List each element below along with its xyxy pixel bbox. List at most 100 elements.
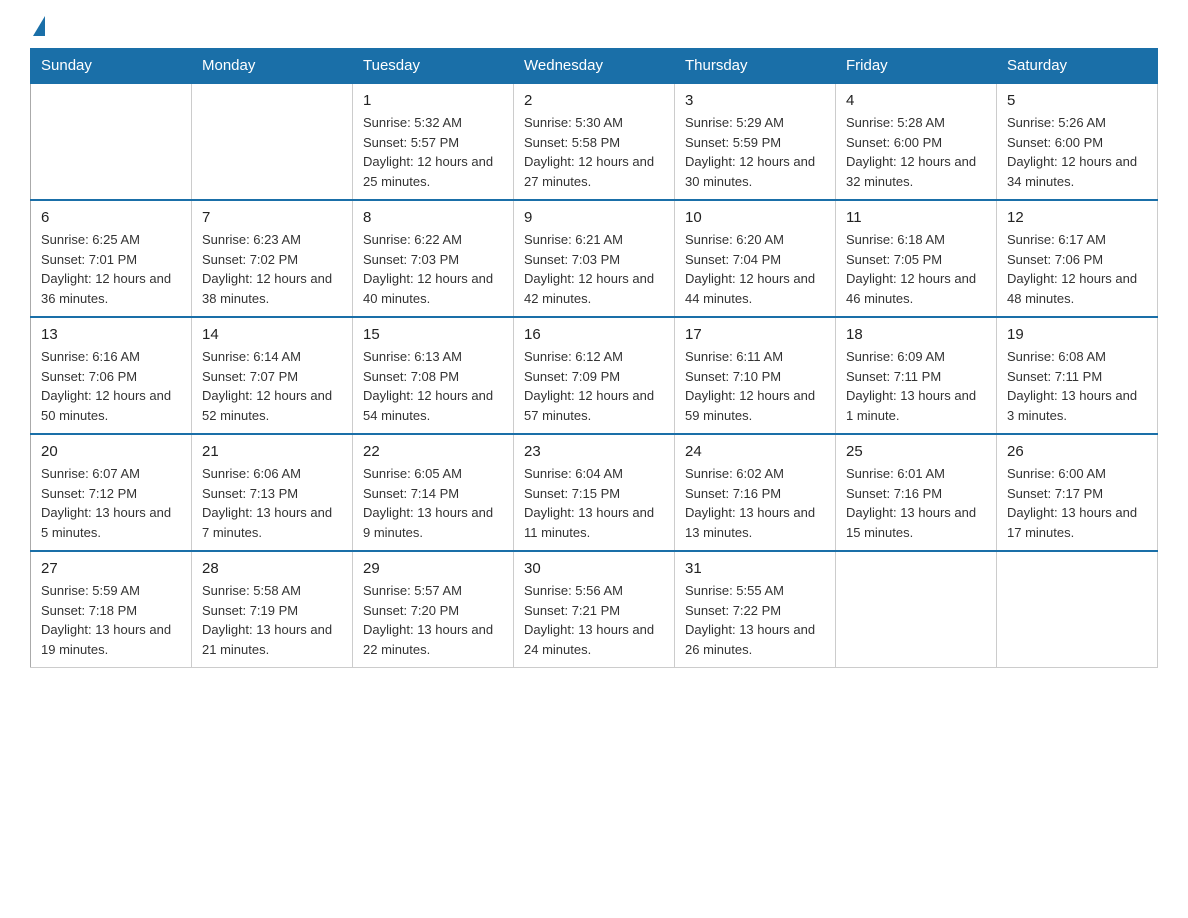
day-info: Sunrise: 6:21 AMSunset: 7:03 PMDaylight:… [524,230,664,308]
day-info: Sunrise: 5:26 AMSunset: 6:00 PMDaylight:… [1007,113,1147,191]
day-number: 10 [685,209,825,226]
week-row-4: 20 Sunrise: 6:07 AMSunset: 7:12 PMDayligh… [31,434,1158,551]
calendar-cell: 7 Sunrise: 6:23 AMSunset: 7:02 PMDaylight… [192,200,353,317]
day-info: Sunrise: 6:22 AMSunset: 7:03 PMDaylight:… [363,230,503,308]
weekday-header-sunday: Sunday [31,49,192,84]
day-info: Sunrise: 5:57 AMSunset: 7:20 PMDaylight:… [363,581,503,659]
calendar-cell: 24 Sunrise: 6:02 AMSunset: 7:16 PMDayligh… [675,434,836,551]
day-number: 31 [685,560,825,577]
day-number: 21 [202,443,342,460]
day-info: Sunrise: 6:20 AMSunset: 7:04 PMDaylight:… [685,230,825,308]
calendar-cell: 19 Sunrise: 6:08 AMSunset: 7:11 PMDayligh… [997,317,1158,434]
calendar-cell [192,83,353,200]
day-info: Sunrise: 6:17 AMSunset: 7:06 PMDaylight:… [1007,230,1147,308]
weekday-header-monday: Monday [192,49,353,84]
week-row-5: 27Sunrise: 5:59 AMSunset: 7:18 PMDayligh… [31,551,1158,668]
day-number: 9 [524,209,664,226]
day-info: Sunrise: 6:13 AMSunset: 7:08 PMDaylight:… [363,347,503,425]
calendar-cell: 2 Sunrise: 5:30 AMSunset: 5:58 PMDaylight… [514,83,675,200]
day-number: 18 [846,326,986,343]
day-number: 15 [363,326,503,343]
day-info: Sunrise: 6:18 AMSunset: 7:05 PMDaylight:… [846,230,986,308]
calendar-cell: 1 Sunrise: 5:32 AMSunset: 5:57 PMDaylight… [353,83,514,200]
calendar-cell: 29 Sunrise: 5:57 AMSunset: 7:20 PMDayligh… [353,551,514,668]
weekday-header-wednesday: Wednesday [514,49,675,84]
day-info: Sunrise: 5:32 AMSunset: 5:57 PMDaylight:… [363,113,503,191]
day-info: Sunrise: 5:56 AMSunset: 7:21 PMDaylight:… [524,581,664,659]
calendar-cell: 4 Sunrise: 5:28 AMSunset: 6:00 PMDaylight… [836,83,997,200]
day-number: 29 [363,560,503,577]
calendar-cell: 26 Sunrise: 6:00 AMSunset: 7:17 PMDayligh… [997,434,1158,551]
day-number: 17 [685,326,825,343]
weekday-header-thursday: Thursday [675,49,836,84]
calendar-cell [31,83,192,200]
day-info: Sunrise: 6:00 AMSunset: 7:17 PMDaylight:… [1007,464,1147,542]
day-number: 27 [41,560,181,577]
day-number: 12 [1007,209,1147,226]
calendar-cell: 28Sunrise: 5:58 AMSunset: 7:19 PMDayligh… [192,551,353,668]
day-number: 19 [1007,326,1147,343]
day-info: Sunrise: 6:06 AMSunset: 7:13 PMDaylight:… [202,464,342,542]
day-info: Sunrise: 6:04 AMSunset: 7:15 PMDaylight:… [524,464,664,542]
day-number: 5 [1007,92,1147,109]
day-info: Sunrise: 6:09 AMSunset: 7:11 PMDaylight:… [846,347,986,425]
day-info: Sunrise: 6:08 AMSunset: 7:11 PMDaylight:… [1007,347,1147,425]
day-number: 11 [846,209,986,226]
weekday-header-tuesday: Tuesday [353,49,514,84]
day-number: 14 [202,326,342,343]
day-info: Sunrise: 6:07 AMSunset: 7:12 PMDaylight:… [41,464,181,542]
day-info: Sunrise: 5:30 AMSunset: 5:58 PMDaylight:… [524,113,664,191]
day-number: 24 [685,443,825,460]
week-row-3: 13Sunrise: 6:16 AMSunset: 7:06 PMDayligh… [31,317,1158,434]
day-number: 2 [524,92,664,109]
calendar-cell: 30 Sunrise: 5:56 AMSunset: 7:21 PMDayligh… [514,551,675,668]
day-info: Sunrise: 6:02 AMSunset: 7:16 PMDaylight:… [685,464,825,542]
day-number: 22 [363,443,503,460]
calendar-cell: 12 Sunrise: 6:17 AMSunset: 7:06 PMDayligh… [997,200,1158,317]
calendar-cell: 13Sunrise: 6:16 AMSunset: 7:06 PMDayligh… [31,317,192,434]
calendar-cell: 8 Sunrise: 6:22 AMSunset: 7:03 PMDaylight… [353,200,514,317]
day-number: 26 [1007,443,1147,460]
week-row-2: 6Sunrise: 6:25 AMSunset: 7:01 PMDaylight… [31,200,1158,317]
day-number: 6 [41,209,181,226]
calendar-cell: 5 Sunrise: 5:26 AMSunset: 6:00 PMDaylight… [997,83,1158,200]
calendar-cell: 17Sunrise: 6:11 AMSunset: 7:10 PMDayligh… [675,317,836,434]
day-number: 23 [524,443,664,460]
calendar-cell: 9 Sunrise: 6:21 AMSunset: 7:03 PMDaylight… [514,200,675,317]
calendar-cell: 11 Sunrise: 6:18 AMSunset: 7:05 PMDayligh… [836,200,997,317]
day-info: Sunrise: 6:23 AMSunset: 7:02 PMDaylight:… [202,230,342,308]
logo [30,20,47,36]
day-info: Sunrise: 5:28 AMSunset: 6:00 PMDaylight:… [846,113,986,191]
calendar-cell: 25 Sunrise: 6:01 AMSunset: 7:16 PMDayligh… [836,434,997,551]
day-number: 3 [685,92,825,109]
day-number: 8 [363,209,503,226]
calendar-cell: 27Sunrise: 5:59 AMSunset: 7:18 PMDayligh… [31,551,192,668]
weekday-header-row: SundayMondayTuesdayWednesdayThursdayFrid… [31,49,1158,84]
day-number: 20 [41,443,181,460]
calendar-cell [836,551,997,668]
calendar-cell: 14 Sunrise: 6:14 AMSunset: 7:07 PMDayligh… [192,317,353,434]
day-info: Sunrise: 6:12 AMSunset: 7:09 PMDaylight:… [524,347,664,425]
calendar-cell: 10 Sunrise: 6:20 AMSunset: 7:04 PMDayligh… [675,200,836,317]
day-info: Sunrise: 5:55 AMSunset: 7:22 PMDaylight:… [685,581,825,659]
calendar-cell [997,551,1158,668]
day-info: Sunrise: 6:14 AMSunset: 7:07 PMDaylight:… [202,347,342,425]
page-header [30,20,1158,36]
day-number: 4 [846,92,986,109]
calendar-cell: 18 Sunrise: 6:09 AMSunset: 7:11 PMDayligh… [836,317,997,434]
day-info: Sunrise: 6:05 AMSunset: 7:14 PMDaylight:… [363,464,503,542]
weekday-header-friday: Friday [836,49,997,84]
weekday-header-saturday: Saturday [997,49,1158,84]
calendar-table: SundayMondayTuesdayWednesdayThursdayFrid… [30,48,1158,668]
day-number: 25 [846,443,986,460]
day-number: 1 [363,92,503,109]
day-number: 16 [524,326,664,343]
calendar-cell: 6Sunrise: 6:25 AMSunset: 7:01 PMDaylight… [31,200,192,317]
day-number: 7 [202,209,342,226]
calendar-cell: 16 Sunrise: 6:12 AMSunset: 7:09 PMDayligh… [514,317,675,434]
day-info: Sunrise: 5:29 AMSunset: 5:59 PMDaylight:… [685,113,825,191]
day-info: Sunrise: 6:01 AMSunset: 7:16 PMDaylight:… [846,464,986,542]
week-row-1: 1 Sunrise: 5:32 AMSunset: 5:57 PMDaylight… [31,83,1158,200]
calendar-cell: 20 Sunrise: 6:07 AMSunset: 7:12 PMDayligh… [31,434,192,551]
day-number: 30 [524,560,664,577]
